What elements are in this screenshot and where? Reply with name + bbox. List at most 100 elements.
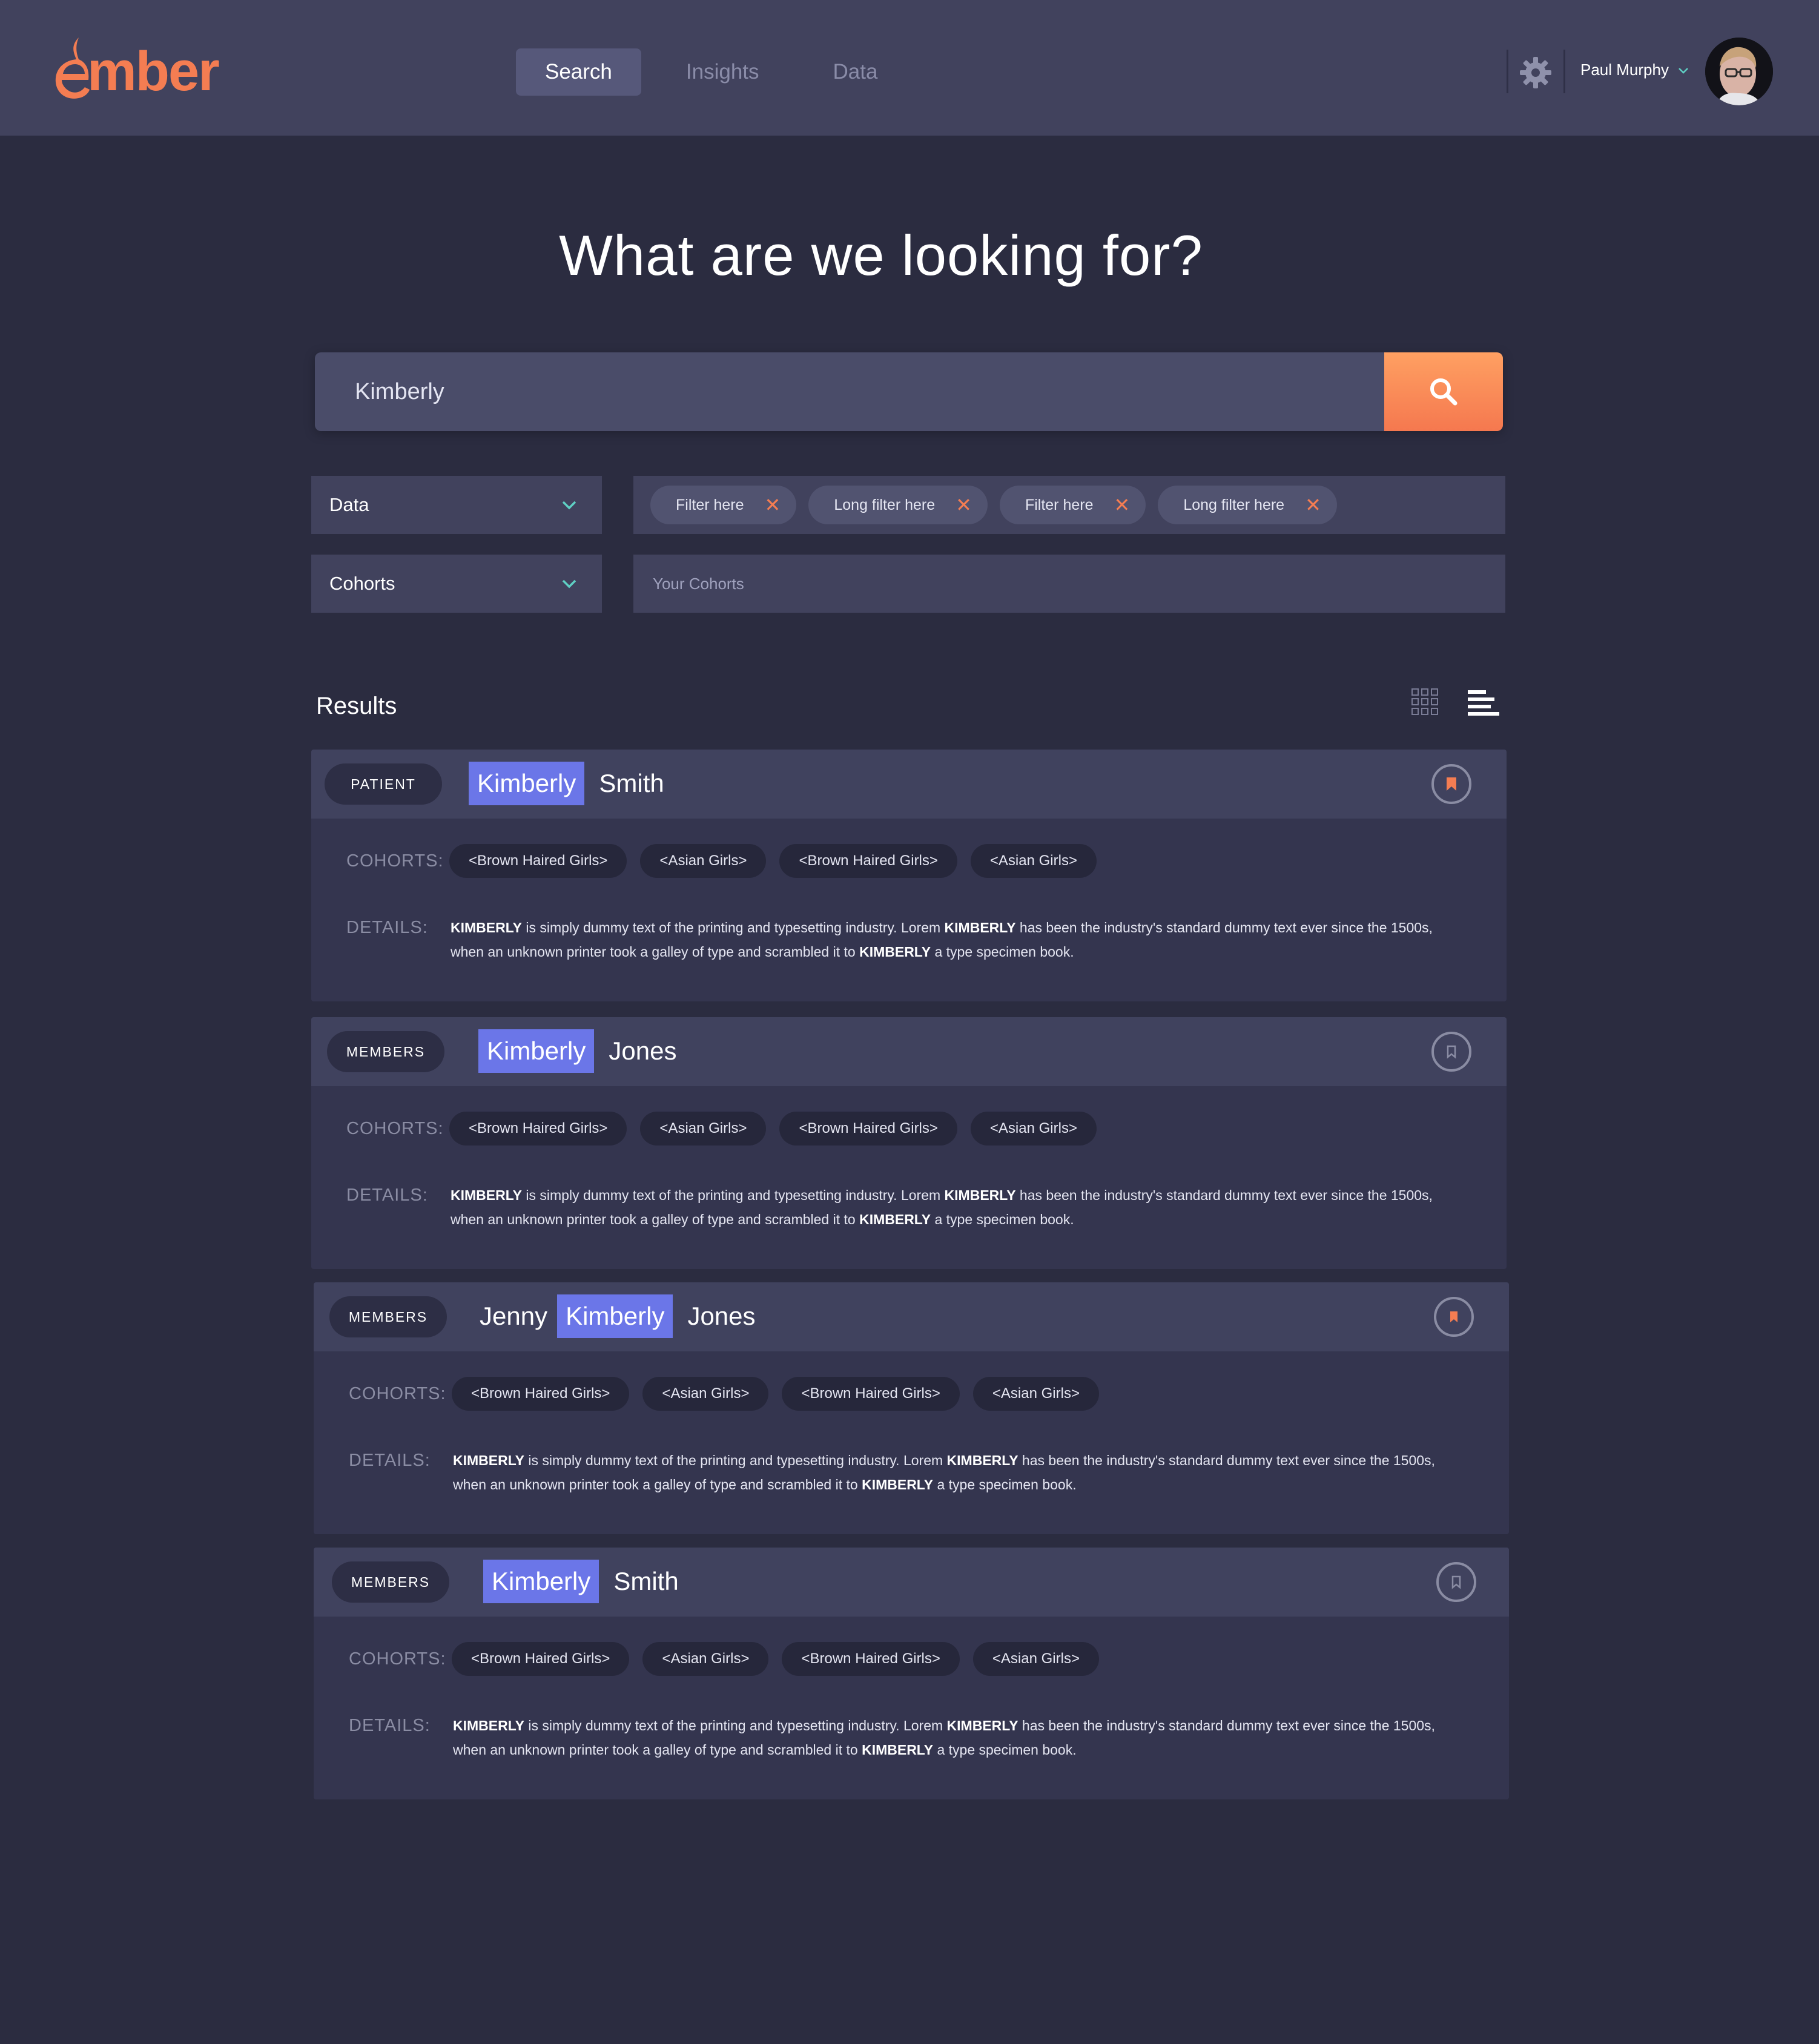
nav-tab-search[interactable]: Search: [516, 48, 641, 96]
result-type-badge: PATIENT: [325, 763, 442, 805]
result-name[interactable]: Kimberly Smith: [483, 1560, 679, 1603]
bookmark-outline-icon: [1447, 1045, 1456, 1059]
search-input[interactable]: [315, 352, 1383, 431]
details-text: KIMBERLY is simply dummy text of the pri…: [453, 1718, 1435, 1758]
filter-chip-label: Filter here: [1025, 496, 1094, 513]
bookmark-filled-icon: [1447, 777, 1456, 791]
name-highlight: Kimberly: [557, 1294, 673, 1338]
chevron-down-icon: [562, 579, 576, 588]
cohort-chip[interactable]: <Brown Haired Girls>: [782, 1642, 960, 1676]
bookmark-filled-icon: [1450, 1311, 1458, 1322]
cohorts-field[interactable]: Your Cohorts: [633, 555, 1505, 613]
cohort-chip[interactable]: <Asian Girls>: [642, 1642, 769, 1676]
cohort-chip[interactable]: <Brown Haired Girls>: [779, 1112, 957, 1146]
close-icon[interactable]: ✕: [956, 495, 972, 515]
list-view-icon[interactable]: [1468, 690, 1499, 716]
close-icon[interactable]: ✕: [1305, 495, 1321, 515]
grid-view-icon[interactable]: [1411, 688, 1439, 716]
nav-tab-data[interactable]: Data: [804, 48, 907, 96]
cohorts-label: COHORTS:: [346, 851, 444, 871]
cohort-chip[interactable]: <Asian Girls>: [642, 1377, 769, 1411]
name-highlight: Kimberly: [469, 762, 585, 805]
top-navigation-bar: mber Search Insights Data Paul Murphy: [0, 0, 1819, 136]
chevron-down-icon: [562, 501, 576, 510]
chevron-down-icon: [1679, 67, 1688, 74]
avatar[interactable]: [1705, 38, 1773, 105]
result-name[interactable]: Kimberly Smith: [469, 762, 664, 805]
brand-name: mber: [87, 41, 220, 102]
details-label: DETAILS:: [349, 1451, 431, 1470]
cohort-chip[interactable]: <Asian Girls>: [970, 844, 1097, 878]
data-dropdown[interactable]: Data: [311, 476, 602, 534]
details-text: KIMBERLY is simply dummy text of the pri…: [453, 1452, 1435, 1492]
cohort-chip[interactable]: <Asian Girls>: [970, 1112, 1097, 1146]
nav-tab-insights[interactable]: Insights: [657, 48, 788, 96]
active-filters: Filter here ✕ Long filter here ✕ Filter …: [633, 476, 1505, 534]
filter-chip[interactable]: Filter here ✕: [999, 486, 1146, 524]
cohort-chip[interactable]: <Brown Haired Girls>: [782, 1377, 960, 1411]
cohort-chip[interactable]: <Brown Haired Girls>: [449, 1112, 627, 1146]
result-card[interactable]: MEMBERS Kimberly Smith COHORTS: <Brown H…: [314, 1548, 1509, 1799]
bookmark-button[interactable]: [1436, 1562, 1476, 1602]
data-dropdown-label: Data: [329, 494, 369, 515]
close-icon[interactable]: ✕: [765, 495, 781, 515]
cohort-chip[interactable]: <Brown Haired Girls>: [452, 1377, 630, 1411]
user-photo: [1705, 38, 1773, 105]
cohort-chip[interactable]: <Asian Girls>: [640, 1112, 767, 1146]
name-last: Jones: [609, 1037, 677, 1065]
details-label: DETAILS:: [346, 918, 428, 937]
cohort-chip[interactable]: <Asian Girls>: [972, 1377, 1099, 1411]
bookmark-button[interactable]: [1431, 764, 1471, 804]
flame-e-icon: [55, 38, 90, 99]
bookmark-button[interactable]: [1434, 1297, 1474, 1337]
search-icon: [1430, 378, 1458, 406]
result-type-badge: MEMBERS: [332, 1561, 449, 1603]
result-card[interactable]: MEMBERS Kimberly Jones COHORTS: <Brown H…: [311, 1017, 1507, 1269]
result-name[interactable]: Kimberly Jones: [478, 1029, 676, 1073]
result-card-header: MEMBERS Kimberly Smith: [314, 1548, 1509, 1617]
result-card-header: MEMBERS Jenny Kimberly Jones: [314, 1282, 1509, 1351]
filter-chip-label: Filter here: [676, 496, 744, 513]
cohort-chips: <Brown Haired Girls> <Asian Girls> <Brow…: [452, 1377, 1099, 1411]
result-type-badge: MEMBERS: [329, 1296, 447, 1337]
result-name[interactable]: Jenny Kimberly Jones: [480, 1294, 756, 1338]
cohort-chip[interactable]: <Asian Girls>: [640, 844, 767, 878]
name-last: Smith: [613, 1567, 679, 1595]
name-highlight: Kimberly: [478, 1029, 595, 1073]
cohort-chip[interactable]: <Asian Girls>: [972, 1642, 1099, 1676]
result-card[interactable]: PATIENT Kimberly Smith COHORTS: <Brown H…: [311, 750, 1507, 1001]
cohorts-dropdown[interactable]: Cohorts: [311, 555, 602, 613]
cohorts-label: COHORTS:: [349, 1649, 446, 1669]
user-name: Paul Murphy: [1580, 61, 1669, 79]
filter-chip[interactable]: Filter here ✕: [650, 486, 797, 524]
cohort-chip[interactable]: <Brown Haired Girls>: [449, 844, 627, 878]
bookmark-outline-icon: [1451, 1575, 1461, 1589]
name-highlight: Kimberly: [483, 1560, 599, 1603]
details-label: DETAILS:: [346, 1185, 428, 1205]
close-icon[interactable]: ✕: [1114, 495, 1131, 515]
user-menu[interactable]: Paul Murphy: [1580, 61, 1689, 79]
search-button[interactable]: [1384, 352, 1503, 431]
ember-logo[interactable]: mber: [52, 29, 220, 102]
result-card-header: MEMBERS Kimberly Jones: [311, 1017, 1507, 1086]
filter-chip[interactable]: Long filter here ✕: [808, 486, 988, 524]
cohort-chips: <Brown Haired Girls> <Asian Girls> <Brow…: [449, 844, 1097, 878]
result-card[interactable]: MEMBERS Jenny Kimberly Jones COHORTS: <B…: [314, 1282, 1509, 1534]
gear-icon[interactable]: [1519, 56, 1553, 90]
bookmark-button[interactable]: [1431, 1032, 1471, 1072]
result-type-badge: MEMBERS: [327, 1031, 444, 1072]
cohorts-label: COHORTS:: [346, 1119, 444, 1138]
result-card-header: PATIENT Kimberly Smith: [311, 750, 1507, 819]
cohorts-dropdown-label: Cohorts: [329, 573, 395, 594]
page-headline: What are we looking for?: [559, 223, 1203, 287]
results-title: Results: [316, 693, 397, 719]
main-nav: Search Insights Data: [516, 48, 906, 96]
filter-chip[interactable]: Long filter here ✕: [1158, 486, 1337, 524]
cohort-chip[interactable]: <Brown Haired Girls>: [452, 1642, 630, 1676]
name-first: Jenny: [480, 1302, 548, 1330]
cohort-chip[interactable]: <Brown Haired Girls>: [779, 844, 957, 878]
cohort-chips: <Brown Haired Girls> <Asian Girls> <Brow…: [449, 1112, 1097, 1146]
cohort-chips: <Brown Haired Girls> <Asian Girls> <Brow…: [452, 1642, 1099, 1676]
filter-chip-label: Long filter here: [1183, 496, 1285, 513]
details-label: DETAILS:: [349, 1716, 431, 1735]
